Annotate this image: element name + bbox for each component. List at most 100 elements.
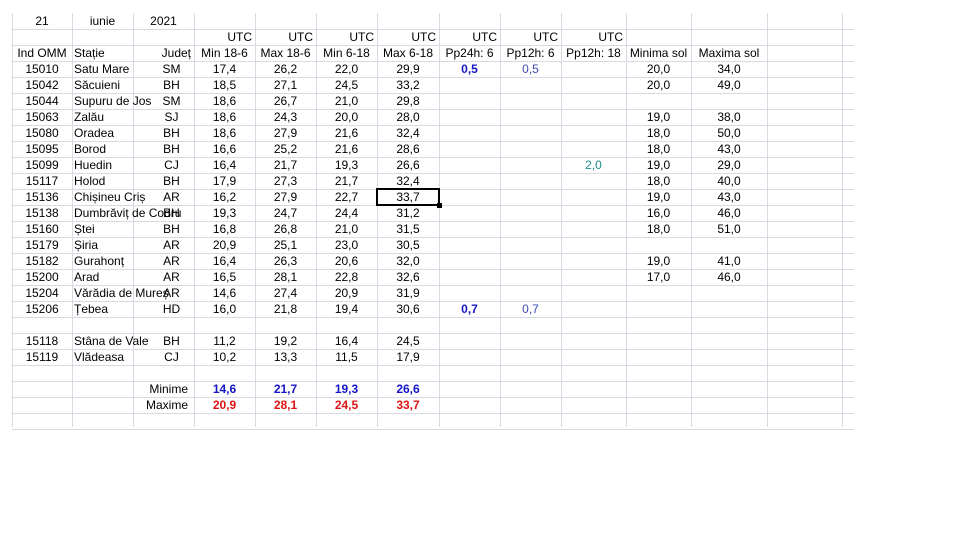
temperature-cell[interactable]: 16,2: [194, 189, 255, 205]
soil-max-cell[interactable]: 50,0: [691, 125, 767, 141]
omm-index-cell[interactable]: 15044: [12, 93, 72, 109]
temperature-cell[interactable]: 25,2: [255, 141, 316, 157]
temperature-cell[interactable]: 20,6: [316, 253, 377, 269]
omm-index-cell[interactable]: 15160: [12, 221, 72, 237]
column-header[interactable]: Maxima sol: [691, 45, 767, 61]
soil-max-cell[interactable]: 38,0: [691, 109, 767, 125]
precip-12h-6-cell[interactable]: 0,7: [500, 301, 561, 317]
column-header[interactable]: Ind OMM: [12, 45, 72, 61]
column-header-county[interactable]: Județ: [133, 45, 194, 61]
temperature-cell[interactable]: 28,0: [377, 109, 439, 125]
county-cell[interactable]: BH: [149, 205, 194, 221]
omm-index-cell[interactable]: 15099: [12, 157, 72, 173]
omm-index-cell[interactable]: 15179: [12, 237, 72, 253]
temperature-cell[interactable]: 19,2: [255, 333, 316, 349]
date-day-cell[interactable]: 21: [12, 13, 72, 29]
county-cell[interactable]: SM: [149, 93, 194, 109]
temperature-cell[interactable]: 29,8: [377, 93, 439, 109]
spreadsheet-grid[interactable]: 21 iunie 2021 UTC UTC UTC UTC UTC UTC UTC Ind OMM S…: [0, 0, 960, 540]
temperature-cell[interactable]: 28,1: [255, 269, 316, 285]
temperature-cell[interactable]: 21,0: [316, 93, 377, 109]
temperature-cell[interactable]: 32,4: [377, 125, 439, 141]
soil-min-cell[interactable]: 19,0: [626, 189, 691, 205]
column-header[interactable]: Min 6-18: [316, 45, 377, 61]
soil-max-cell[interactable]: 40,0: [691, 173, 767, 189]
temperature-cell[interactable]: 19,3: [194, 205, 255, 221]
temperature-cell[interactable]: 26,6: [377, 157, 439, 173]
soil-max-cell[interactable]: 46,0: [691, 205, 767, 221]
county-cell[interactable]: BH: [149, 221, 194, 237]
column-header[interactable]: Pp24h: 6: [439, 45, 500, 61]
temperature-cell[interactable]: 20,0: [316, 109, 377, 125]
temperature-cell[interactable]: 25,1: [255, 237, 316, 253]
soil-min-cell[interactable]: 18,0: [626, 125, 691, 141]
county-cell[interactable]: BH: [149, 333, 194, 349]
omm-index-cell[interactable]: 15136: [12, 189, 72, 205]
soil-min-cell[interactable]: 19,0: [626, 109, 691, 125]
omm-index-cell[interactable]: 15117: [12, 173, 72, 189]
temperature-cell[interactable]: 17,9: [194, 173, 255, 189]
temperature-cell[interactable]: 20,9: [194, 237, 255, 253]
utc-label-cell[interactable]: UTC: [255, 29, 316, 45]
temperature-cell[interactable]: 33,2: [377, 77, 439, 93]
temperature-cell[interactable]: 24,7: [255, 205, 316, 221]
column-header[interactable]: Max 6-18: [377, 45, 439, 61]
temperature-cell[interactable]: 18,6: [194, 109, 255, 125]
soil-max-cell[interactable]: 49,0: [691, 77, 767, 93]
temperature-cell[interactable]: 29,9: [377, 61, 439, 77]
soil-min-cell[interactable]: 19,0: [626, 253, 691, 269]
column-header[interactable]: Pp12h: 6: [500, 45, 561, 61]
temperature-cell[interactable]: 19,4: [316, 301, 377, 317]
temperature-cell[interactable]: 22,0: [316, 61, 377, 77]
summary-min-value[interactable]: 26,6: [377, 381, 439, 397]
temperature-cell[interactable]: 24,4: [316, 205, 377, 221]
county-cell[interactable]: SJ: [149, 109, 194, 125]
soil-max-cell[interactable]: 41,0: [691, 253, 767, 269]
temperature-cell[interactable]: 26,7: [255, 93, 316, 109]
omm-index-cell[interactable]: 15118: [12, 333, 72, 349]
temperature-cell[interactable]: 26,2: [255, 61, 316, 77]
temperature-cell[interactable]: 27,1: [255, 77, 316, 93]
omm-index-cell[interactable]: 15119: [12, 349, 72, 365]
omm-index-cell[interactable]: 15200: [12, 269, 72, 285]
temperature-cell[interactable]: 16,0: [194, 301, 255, 317]
temperature-cell[interactable]: 27,9: [255, 125, 316, 141]
county-cell[interactable]: CJ: [149, 157, 194, 173]
temperature-cell[interactable]: 16,5: [194, 269, 255, 285]
county-cell[interactable]: BH: [149, 173, 194, 189]
soil-max-cell[interactable]: 34,0: [691, 61, 767, 77]
utc-label-cell[interactable]: UTC: [194, 29, 255, 45]
summary-max-value[interactable]: 28,1: [255, 397, 316, 413]
county-cell[interactable]: HD: [149, 301, 194, 317]
omm-index-cell[interactable]: 15204: [12, 285, 72, 301]
temperature-cell[interactable]: 32,4: [377, 173, 439, 189]
temperature-cell[interactable]: 13,3: [255, 349, 316, 365]
precip-12h-18-cell[interactable]: 2,0: [561, 157, 626, 173]
column-header[interactable]: Pp12h: 18: [561, 45, 626, 61]
temperature-cell[interactable]: 14,6: [194, 285, 255, 301]
county-cell[interactable]: AR: [149, 189, 194, 205]
temperature-cell[interactable]: 16,4: [194, 253, 255, 269]
temperature-cell[interactable]: 16,4: [194, 157, 255, 173]
soil-min-cell[interactable]: 17,0: [626, 269, 691, 285]
temperature-cell[interactable]: 22,7: [316, 189, 377, 205]
utc-label-cell[interactable]: UTC: [500, 29, 561, 45]
temperature-cell[interactable]: 16,8: [194, 221, 255, 237]
omm-index-cell[interactable]: 15095: [12, 141, 72, 157]
soil-min-cell[interactable]: 16,0: [626, 205, 691, 221]
temperature-cell[interactable]: 21,0: [316, 221, 377, 237]
temperature-cell[interactable]: 22,8: [316, 269, 377, 285]
temperature-cell[interactable]: 30,6: [377, 301, 439, 317]
date-month-cell[interactable]: iunie: [72, 13, 133, 29]
utc-label-cell[interactable]: UTC: [439, 29, 500, 45]
fill-handle[interactable]: [437, 203, 442, 208]
temperature-cell[interactable]: 32,6: [377, 269, 439, 285]
soil-max-cell[interactable]: 43,0: [691, 189, 767, 205]
temperature-cell[interactable]: 31,9: [377, 285, 439, 301]
county-cell[interactable]: AR: [149, 269, 194, 285]
column-header[interactable]: Minima sol: [626, 45, 691, 61]
summary-max-value[interactable]: 20,9: [194, 397, 255, 413]
county-cell[interactable]: BH: [149, 125, 194, 141]
soil-min-cell[interactable]: 20,0: [626, 77, 691, 93]
county-cell[interactable]: AR: [149, 237, 194, 253]
